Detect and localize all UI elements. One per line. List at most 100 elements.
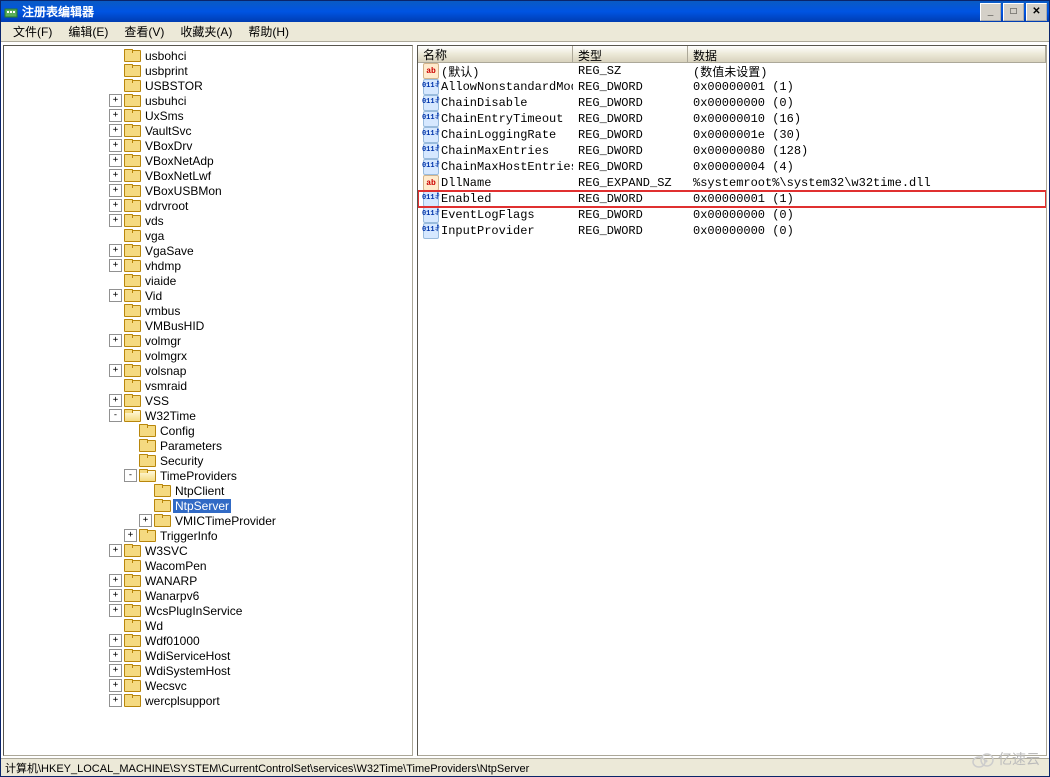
tree-item[interactable]: usbprint — [4, 63, 412, 78]
tree-label[interactable]: vsmraid — [143, 379, 189, 393]
tree-label[interactable]: VgaSave — [143, 244, 196, 258]
tree-toggle[interactable]: + — [109, 679, 122, 692]
tree-item[interactable]: Wd — [4, 618, 412, 633]
tree-item[interactable]: +usbuhci — [4, 93, 412, 108]
tree-toggle[interactable]: + — [109, 604, 122, 617]
tree-label[interactable]: USBSTOR — [143, 79, 205, 93]
tree-item[interactable]: +volsnap — [4, 363, 412, 378]
tree-item[interactable]: volmgrx — [4, 348, 412, 363]
tree-toggle[interactable]: + — [139, 514, 152, 527]
menu-view[interactable]: 查看(V) — [116, 21, 172, 42]
tree-label[interactable]: Security — [158, 454, 205, 468]
tree-label[interactable]: WacomPen — [143, 559, 209, 573]
tree-label[interactable]: VBoxUSBMon — [143, 184, 224, 198]
tree-item[interactable]: Parameters — [4, 438, 412, 453]
tree-item[interactable]: +vdrvroot — [4, 198, 412, 213]
tree-toggle[interactable]: + — [109, 574, 122, 587]
tree-toggle[interactable]: + — [109, 139, 122, 152]
list-row[interactable]: (默认)REG_SZ(数值未设置) — [418, 63, 1046, 79]
header-type[interactable]: 类型 — [573, 46, 688, 62]
tree-label[interactable]: viaide — [143, 274, 178, 288]
tree-item[interactable]: vsmraid — [4, 378, 412, 393]
tree-item[interactable]: usbohci — [4, 48, 412, 63]
tree-toggle[interactable]: + — [124, 529, 137, 542]
tree-label[interactable]: NtpServer — [173, 499, 231, 513]
tree-item[interactable]: +VaultSvc — [4, 123, 412, 138]
tree-label[interactable]: WdiSystemHost — [143, 664, 232, 678]
list-row[interactable]: EnabledREG_DWORD0x00000001 (1) — [418, 191, 1046, 207]
tree-item[interactable]: +Wanarpv6 — [4, 588, 412, 603]
tree-label[interactable]: usbuhci — [143, 94, 188, 108]
tree-toggle[interactable]: + — [109, 169, 122, 182]
tree-toggle[interactable]: + — [109, 634, 122, 647]
tree-item[interactable]: + WcsPlugInService — [4, 603, 412, 618]
tree-label[interactable]: usbohci — [143, 49, 188, 63]
tree-label[interactable]: Wanarpv6 — [143, 589, 201, 603]
tree-label[interactable]: vdrvroot — [143, 199, 190, 213]
tree-toggle[interactable]: + — [109, 244, 122, 257]
minimize-button[interactable]: _ — [980, 3, 1001, 21]
tree-toggle[interactable]: - — [109, 409, 122, 422]
tree-label[interactable]: volmgrx — [143, 349, 189, 363]
tree-label[interactable]: W3SVC — [143, 544, 190, 558]
tree-toggle[interactable]: + — [109, 664, 122, 677]
tree-toggle[interactable]: + — [109, 394, 122, 407]
tree-item[interactable]: WacomPen — [4, 558, 412, 573]
tree-item[interactable]: +volmgr — [4, 333, 412, 348]
tree-item[interactable]: Security — [4, 453, 412, 468]
tree-item[interactable]: +WdiServiceHost — [4, 648, 412, 663]
tree-label[interactable]: vga — [143, 229, 166, 243]
menu-file[interactable]: 文件(F) — [5, 21, 60, 42]
tree-label[interactable]: W32Time — [143, 409, 198, 423]
tree-label[interactable]: Parameters — [158, 439, 224, 453]
tree-label[interactable]: volmgr — [143, 334, 183, 348]
tree-item[interactable]: NtpServer — [4, 498, 412, 513]
tree-toggle[interactable]: + — [109, 154, 122, 167]
tree-label[interactable]: VMICTimeProvider — [173, 514, 278, 528]
tree-item[interactable]: vga — [4, 228, 412, 243]
header-name[interactable]: 名称 — [418, 46, 573, 62]
tree-item[interactable]: +VBoxNetAdp — [4, 153, 412, 168]
list-row[interactable]: ChainDisableREG_DWORD0x00000000 (0) — [418, 95, 1046, 111]
tree-item[interactable]: vmbus — [4, 303, 412, 318]
tree-label[interactable]: VaultSvc — [143, 124, 193, 138]
list-row[interactable]: AllowNonstandardMod…REG_DWORD0x00000001 … — [418, 79, 1046, 95]
tree-label[interactable]: Wdf01000 — [143, 634, 202, 648]
tree-pane[interactable]: usbohciusbprintUSBSTOR+usbuhci+UxSms+Vau… — [3, 45, 413, 756]
tree-label[interactable]: NtpClient — [173, 484, 226, 498]
tree-item[interactable]: +Vid — [4, 288, 412, 303]
tree-label[interactable]: wercplsupport — [143, 694, 222, 708]
tree-item[interactable]: -TimeProviders — [4, 468, 412, 483]
tree-label[interactable]: Config — [158, 424, 197, 438]
tree-label[interactable]: VBoxDrv — [143, 139, 194, 153]
tree-label[interactable]: Vid — [143, 289, 164, 303]
maximize-button[interactable]: □ — [1003, 3, 1024, 21]
list-row[interactable]: DllNameREG_EXPAND_SZ%systemroot%\system3… — [418, 175, 1046, 191]
tree-item[interactable]: +UxSms — [4, 108, 412, 123]
tree-toggle[interactable]: + — [109, 544, 122, 557]
tree-item[interactable]: +vhdmp — [4, 258, 412, 273]
tree-item[interactable]: Config — [4, 423, 412, 438]
list-row[interactable]: ChainMaxEntriesREG_DWORD0x00000080 (128) — [418, 143, 1046, 159]
tree-label[interactable]: usbprint — [143, 64, 190, 78]
tree-label[interactable]: UxSms — [143, 109, 186, 123]
close-button[interactable]: ✕ — [1026, 3, 1047, 21]
titlebar[interactable]: 注册表编辑器 _ □ ✕ — [1, 1, 1049, 22]
tree-label[interactable]: WcsPlugInService — [143, 604, 244, 618]
tree-label[interactable]: vds — [143, 214, 166, 228]
tree-item[interactable]: VMBusHID — [4, 318, 412, 333]
tree-item[interactable]: + VBoxDrv — [4, 138, 412, 153]
tree-label[interactable]: WdiServiceHost — [143, 649, 232, 663]
tree-label[interactable]: TimeProviders — [158, 469, 239, 483]
menu-edit[interactable]: 编辑(E) — [60, 21, 116, 42]
tree-item[interactable]: + WdiSystemHost — [4, 663, 412, 678]
list-pane[interactable]: 名称 类型 数据 (默认)REG_SZ(数值未设置)AllowNonstanda… — [417, 45, 1047, 756]
tree-toggle[interactable]: + — [109, 364, 122, 377]
list-row[interactable]: ChainMaxHostEntriesREG_DWORD0x00000004 (… — [418, 159, 1046, 175]
tree-item[interactable]: +TriggerInfo — [4, 528, 412, 543]
tree-label[interactable]: VSS — [143, 394, 171, 408]
tree-item[interactable]: + W3SVC — [4, 543, 412, 558]
tree-item[interactable]: - W32Time — [4, 408, 412, 423]
tree-label[interactable]: WANARP — [143, 574, 199, 588]
menu-help[interactable]: 帮助(H) — [240, 21, 297, 42]
